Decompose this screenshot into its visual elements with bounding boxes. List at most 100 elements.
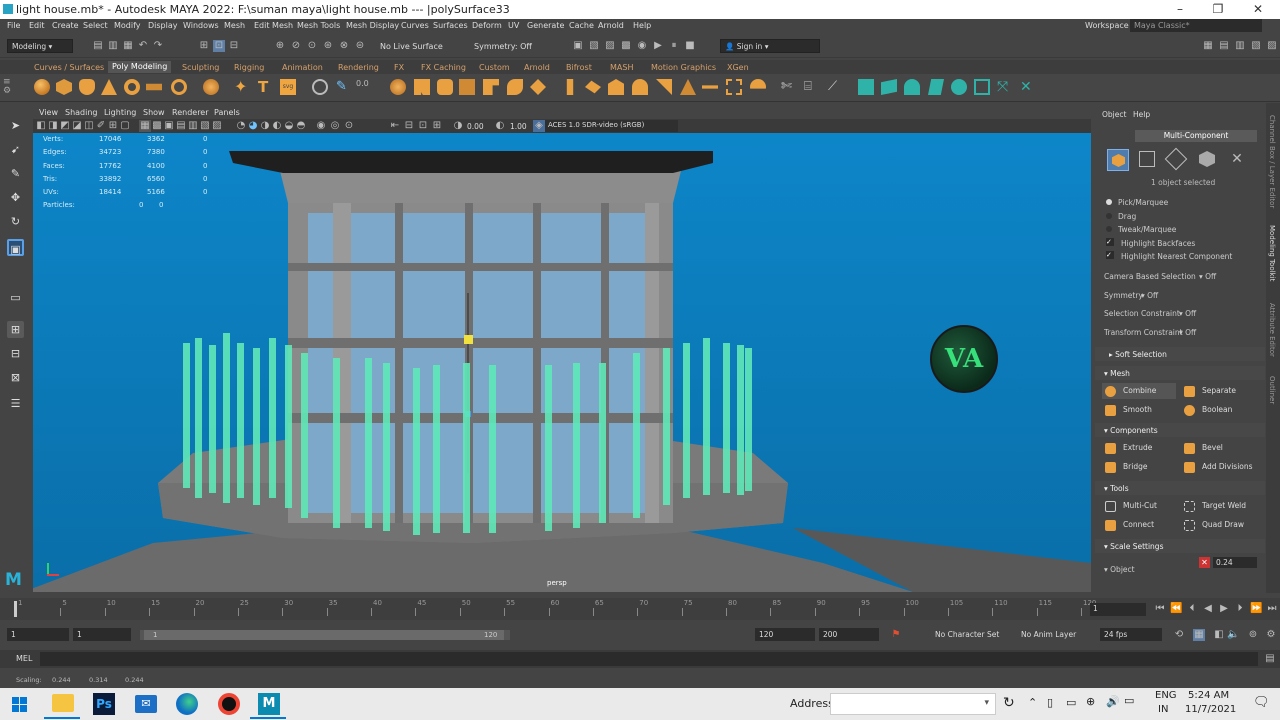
grid-toggle-icon[interactable]: ⊞ bbox=[107, 120, 119, 132]
panel-menu-lighting[interactable]: Lighting bbox=[104, 108, 136, 117]
extrude-button[interactable]: Extrude bbox=[1102, 440, 1176, 456]
smooth-shade-icon[interactable]: ▩ bbox=[151, 120, 163, 132]
edge-browser-icon[interactable] bbox=[176, 693, 198, 715]
snap-live-icon[interactable]: ⊜ bbox=[354, 40, 366, 52]
menu-edit-mesh[interactable]: Edit Mesh bbox=[254, 21, 293, 30]
clock-time[interactable]: 5:24 AM bbox=[1188, 690, 1229, 701]
connect-button[interactable]: Connect bbox=[1102, 517, 1176, 533]
render-settings-icon[interactable]: ▩ bbox=[620, 40, 632, 52]
symmetry-value[interactable]: ▾ Off bbox=[1141, 291, 1158, 300]
tray-expand-icon[interactable]: ⌃ bbox=[1028, 696, 1037, 709]
safe-title-icon[interactable]: ⊞ bbox=[431, 120, 443, 132]
shelf-menu-icon[interactable]: ≡ ⚙ bbox=[3, 78, 11, 96]
scale-tool-icon[interactable]: ▣ bbox=[7, 239, 24, 256]
multi-component-header[interactable]: Multi-Component bbox=[1135, 130, 1257, 142]
menu-generate[interactable]: Generate bbox=[527, 21, 564, 30]
combine-button[interactable]: Combine bbox=[1102, 383, 1176, 399]
shelf-tab-rigging[interactable]: Rigging bbox=[234, 63, 264, 72]
undo-icon[interactable]: ↶ bbox=[137, 40, 149, 52]
arnold-ipr-icon[interactable]: ⏸ bbox=[668, 40, 680, 52]
multisample-icon[interactable]: ◒ bbox=[283, 120, 295, 132]
shelf-tab-fx-caching[interactable]: FX Caching bbox=[421, 63, 466, 72]
render-frame-icon[interactable]: ▧ bbox=[588, 40, 600, 52]
channel-box-icon[interactable]: ▨ bbox=[1266, 40, 1278, 52]
insert-edge-loop-icon[interactable]: ⌸ bbox=[804, 79, 820, 95]
scale-settings-section-header[interactable]: ▾ Scale Settings bbox=[1095, 539, 1265, 553]
pick-marquee-radio[interactable] bbox=[1106, 199, 1112, 205]
shadows-icon[interactable]: ▧ bbox=[199, 120, 211, 132]
extract-icon[interactable] bbox=[437, 79, 453, 95]
wireframe-icon[interactable]: ▦ bbox=[139, 120, 151, 132]
side-tab-modeling-toolkit[interactable]: Modeling Toolkit bbox=[1268, 225, 1276, 281]
scale-value-field[interactable]: 0.24 bbox=[1213, 557, 1257, 568]
xray-joints-icon[interactable]: ◕ bbox=[247, 120, 259, 132]
side-tab-outliner[interactable]: Outliner bbox=[1268, 376, 1276, 404]
smooth-button[interactable]: Smooth bbox=[1102, 402, 1176, 418]
paint-select-icon[interactable]: ✎ bbox=[7, 165, 24, 182]
transform-constraint-value[interactable]: ▾ Off bbox=[1179, 328, 1196, 337]
poly-pipe-icon[interactable] bbox=[171, 79, 187, 95]
grease-pencil-icon[interactable]: ✐ bbox=[95, 120, 107, 132]
multi-cut-button[interactable]: Multi-Cut bbox=[1102, 498, 1176, 514]
four-view-layout-icon[interactable]: ⊞ bbox=[7, 321, 24, 338]
start-time-field[interactable]: 1 bbox=[7, 628, 69, 641]
file-explorer-icon[interactable] bbox=[52, 694, 74, 712]
shelf-tab-motion-graphics[interactable]: Motion Graphics bbox=[651, 63, 716, 72]
wireframe-on-shaded-icon[interactable]: ▣ bbox=[163, 120, 175, 132]
maya-taskbar-icon[interactable]: M bbox=[258, 693, 280, 715]
shelf-tab-bifrost[interactable]: Bifrost bbox=[566, 63, 592, 72]
tweak-marquee-radio[interactable] bbox=[1106, 226, 1112, 232]
separate-button[interactable]: Separate bbox=[1181, 383, 1257, 399]
script-editor-icon[interactable]: ▤ bbox=[1264, 653, 1276, 665]
tray-app-icon[interactable]: ▯ bbox=[1047, 696, 1053, 709]
snap-grid-icon[interactable]: ⊕ bbox=[274, 40, 286, 52]
mode-dropdown[interactable]: Modeling ▾ bbox=[7, 39, 73, 53]
tray-monitor-icon[interactable]: ▭ bbox=[1066, 696, 1076, 709]
close-icon[interactable]: ✕ bbox=[1248, 2, 1268, 16]
exposure-icon[interactable]: ◑ bbox=[452, 120, 464, 132]
field-chart-icon[interactable]: ⊟ bbox=[403, 120, 415, 132]
sew-uv-icon[interactable]: ✕ bbox=[1020, 79, 1036, 95]
audio-icon[interactable]: ◧ bbox=[1213, 629, 1225, 641]
new-scene-icon[interactable]: ▤ bbox=[92, 40, 104, 52]
rotate-tool-icon[interactable]: ↻ bbox=[7, 213, 24, 230]
tool-settings-icon[interactable]: ▧ bbox=[1250, 40, 1262, 52]
signin-dropdown[interactable]: 👤 Sign in ▾ bbox=[720, 39, 820, 53]
snap-point-icon[interactable]: ⊙ bbox=[306, 40, 318, 52]
scale-object-dropdown[interactable]: ▾ Object bbox=[1104, 565, 1135, 574]
menu-windows[interactable]: Windows bbox=[183, 21, 219, 30]
clock-date[interactable]: 11/7/2021 bbox=[1185, 704, 1236, 715]
image-plane-icon[interactable]: ◪ bbox=[71, 120, 83, 132]
camera-attributes-icon[interactable]: ◨ bbox=[47, 120, 59, 132]
command-input[interactable] bbox=[40, 652, 1258, 666]
attribute-editor-icon[interactable]: ▥ bbox=[1234, 40, 1246, 52]
playback-start-field[interactable]: 1 bbox=[73, 628, 131, 641]
scale-reset-icon[interactable]: ✕ bbox=[1199, 557, 1210, 568]
step-forward-frame-icon[interactable]: ⏵ bbox=[1234, 603, 1246, 615]
textured-icon[interactable]: ▤ bbox=[175, 120, 187, 132]
menu-help[interactable]: Help bbox=[633, 21, 651, 30]
camera-select-icon[interactable]: ◧ bbox=[35, 120, 47, 132]
list-layout-icon[interactable]: ☰ bbox=[7, 395, 24, 412]
anim-layer-dropdown[interactable]: No Anim Layer bbox=[1021, 630, 1076, 639]
ambient-occlusion-icon[interactable]: ◑ bbox=[259, 120, 271, 132]
snap-surface-icon[interactable]: ⊗ bbox=[338, 40, 350, 52]
menu-modify[interactable]: Modify bbox=[114, 21, 141, 30]
layout-outliner-icon[interactable]: ⊠ bbox=[7, 369, 24, 386]
object-mode-button[interactable] bbox=[1107, 149, 1129, 171]
select-object-icon[interactable]: ⊡ bbox=[213, 40, 225, 52]
film-gate-icon[interactable]: ▢ bbox=[119, 120, 131, 132]
hypershade-icon[interactable]: ◉ bbox=[636, 40, 648, 52]
super-shape-icon[interactable]: ✦ bbox=[234, 79, 250, 95]
sound-icon[interactable]: 🔈 bbox=[1227, 629, 1239, 641]
poly-torus-icon[interactable] bbox=[124, 79, 140, 95]
mesh-section-header[interactable]: ▾ Mesh bbox=[1095, 366, 1265, 380]
toolkit-menu-object[interactable]: Object bbox=[1102, 110, 1126, 119]
playback-end-field[interactable]: 120 bbox=[755, 628, 815, 641]
poly-cylinder-icon[interactable] bbox=[79, 79, 95, 95]
components-section-header[interactable]: ▾ Components bbox=[1095, 423, 1265, 437]
panel-menu-view[interactable]: View bbox=[39, 108, 58, 117]
go-to-start-icon[interactable]: ⏮ bbox=[1154, 603, 1166, 615]
shelf-tab-mash[interactable]: MASH bbox=[610, 63, 633, 72]
volume-icon[interactable]: 🔊 bbox=[1106, 695, 1120, 708]
